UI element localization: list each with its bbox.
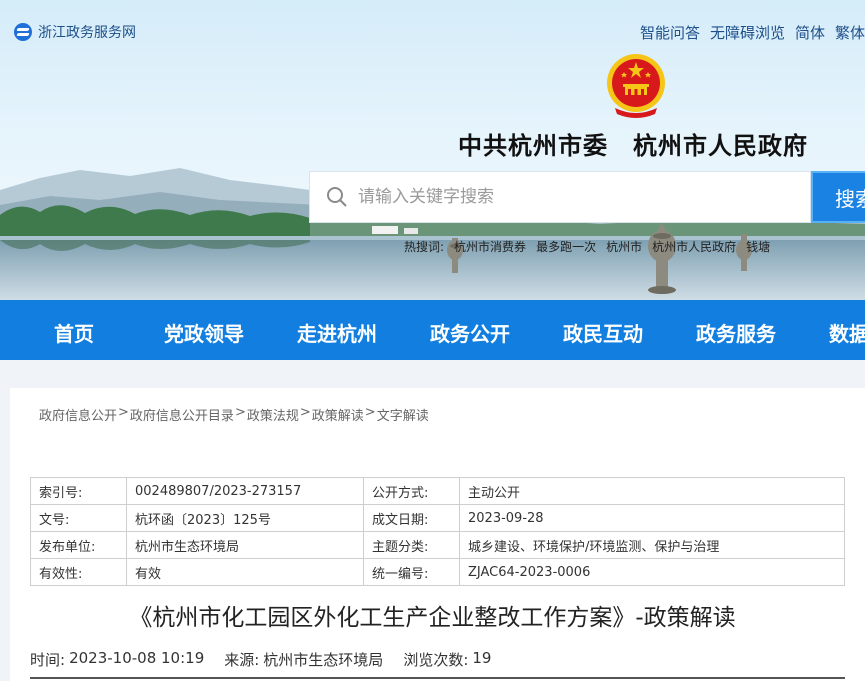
- breadcrumb-item[interactable]: 政府信息公开目录: [130, 405, 234, 424]
- divider: [30, 677, 845, 679]
- national-emblem-icon: [607, 54, 665, 118]
- meta-key: 统一编号:: [363, 558, 460, 586]
- article-title: 《杭州市化工园区外化工生产企业整改工作方案》-政策解读: [129, 605, 736, 631]
- nav-item-interaction[interactable]: 政民互动: [563, 318, 643, 347]
- site-brand[interactable]: 浙江政务服务网: [14, 22, 136, 42]
- meta-key: 成文日期:: [363, 504, 460, 532]
- breadcrumb-separator: >: [118, 405, 129, 420]
- nav-item-home[interactable]: 首页: [54, 318, 94, 347]
- meta-value: 杭环函〔2023〕125号: [126, 504, 364, 532]
- nav-item-leadership[interactable]: 党政领导: [164, 318, 244, 347]
- meta-key: 主题分类:: [363, 531, 460, 559]
- meta-key: 索引号:: [30, 477, 127, 505]
- views-value: 19: [472, 649, 492, 667]
- nav-item-data[interactable]: 数据: [829, 318, 865, 347]
- time-value: 2023-10-08 10:19: [69, 649, 205, 667]
- article-meta: 时间: 2023-10-08 10:19 来源: 杭州市生态环境局 浏览次数: …: [30, 649, 491, 670]
- nav-item-gov-services[interactable]: 政务服务: [696, 318, 776, 347]
- meta-key: 文号:: [30, 504, 127, 532]
- source-label: 来源:: [224, 651, 260, 669]
- breadcrumb-item[interactable]: 政府信息公开: [39, 405, 117, 424]
- article-source: 来源: 杭州市生态环境局: [224, 649, 383, 670]
- article-views: 浏览次数: 19: [403, 649, 491, 670]
- breadcrumb-separator: >: [364, 405, 376, 420]
- search-icon: [327, 187, 347, 207]
- hot-word[interactable]: 钱塘: [746, 238, 770, 255]
- meta-key: 公开方式:: [363, 477, 460, 505]
- table-row: 文号: 杭环函〔2023〕125号 成文日期: 2023-09-28: [30, 504, 845, 532]
- table-row: 有效性: 有效 统一编号: ZJAC64-2023-0006: [30, 558, 845, 586]
- main-nav: 首页 党政领导 走进杭州 政务公开 政民互动 政务服务 数据: [0, 300, 865, 360]
- breadcrumb-separator: >: [299, 405, 311, 420]
- table-row: 发布单位: 杭州市生态环境局 主题分类: 城乡建设、环境保护/环境监测、保护与治…: [30, 531, 845, 559]
- site-brand-label: 浙江政务服务网: [38, 25, 136, 41]
- meta-value: 2023-09-28: [459, 504, 845, 532]
- source-value: 杭州市生态环境局: [263, 651, 384, 669]
- meta-value: 杭州市生态环境局: [126, 531, 364, 559]
- article-time: 时间: 2023-10-08 10:19: [30, 649, 204, 670]
- hot-search-words: 热搜词: 杭州市消费券 最多跑一次 杭州市 杭州市人民政府 钱塘: [404, 238, 770, 255]
- meta-value: 城乡建设、环境保护/环境监测、保护与治理: [459, 531, 845, 559]
- zhejiang-gov-logo-icon: [14, 23, 32, 41]
- hot-word[interactable]: 杭州市消费券: [454, 238, 526, 255]
- link-simplified[interactable]: 简体: [795, 22, 825, 43]
- meta-value: 有效: [126, 558, 364, 586]
- meta-key: 发布单位:: [30, 531, 127, 559]
- hot-word[interactable]: 杭州市人民政府: [652, 238, 736, 255]
- meta-key: 有效性:: [30, 558, 127, 586]
- link-smart-qa[interactable]: 智能问答: [640, 22, 700, 43]
- document-meta-table: 索引号: 002489807/2023-273157 公开方式: 主动公开 文号…: [30, 477, 845, 586]
- link-traditional[interactable]: 繁体: [835, 22, 865, 43]
- breadcrumb-separator: >: [234, 405, 246, 420]
- table-row: 索引号: 002489807/2023-273157 公开方式: 主动公开: [30, 477, 845, 505]
- top-links: 智能问答 无障碍浏览 简体 繁体: [640, 22, 865, 43]
- breadcrumb-item[interactable]: 政策解读: [312, 405, 364, 424]
- breadcrumb-item[interactable]: 政策法规: [247, 405, 299, 424]
- search-box: [309, 171, 811, 223]
- breadcrumb: 政府信息公开 > 政府信息公开目录 > 政策法规 > 政策解读 > 文字解读: [39, 405, 429, 424]
- search-button[interactable]: 搜索: [811, 171, 865, 223]
- site-header: 浙江政务服务网 智能问答 无障碍浏览 简体 繁体 中共杭州市委 杭州市人民政府 …: [0, 0, 865, 300]
- views-label: 浏览次数:: [403, 651, 469, 669]
- search-input[interactable]: [358, 187, 778, 207]
- meta-value: 主动公开: [459, 477, 845, 505]
- hot-word[interactable]: 最多跑一次: [536, 238, 596, 255]
- nav-item-gov-affairs[interactable]: 政务公开: [430, 318, 510, 347]
- breadcrumb-item[interactable]: 文字解读: [377, 405, 429, 424]
- hot-word[interactable]: 杭州市: [606, 238, 642, 255]
- page-site-title: 中共杭州市委 杭州市人民政府: [458, 131, 808, 160]
- nav-item-about-hangzhou[interactable]: 走进杭州: [297, 318, 377, 347]
- meta-value: ZJAC64-2023-0006: [459, 558, 845, 586]
- hot-words-label: 热搜词:: [404, 240, 445, 254]
- meta-value: 002489807/2023-273157: [126, 477, 364, 505]
- time-label: 时间:: [30, 651, 66, 669]
- link-accessibility[interactable]: 无障碍浏览: [710, 22, 785, 43]
